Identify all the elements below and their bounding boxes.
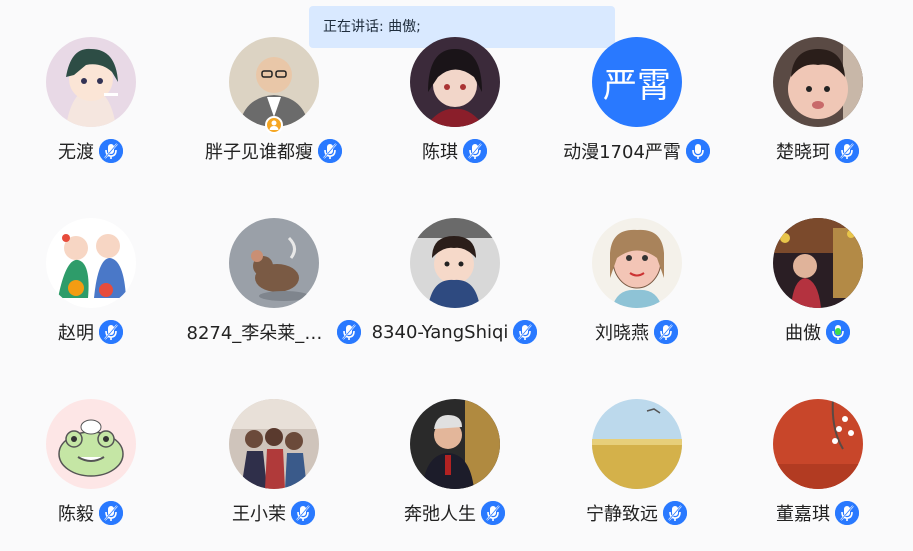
participant-name-row: 董嘉琪 <box>727 499 908 527</box>
participant-name-row: 8274_李朵莱_Li... <box>183 318 364 346</box>
host-badge-icon <box>265 116 283 134</box>
mic-speaking-icon[interactable] <box>826 320 850 344</box>
participant-name-row: 胖子见谁都瘦 <box>183 137 364 165</box>
avatar-image <box>229 37 319 127</box>
participant-name-row: 动漫1704严霄 <box>546 137 727 165</box>
avatar-image <box>410 218 500 308</box>
avatar[interactable]: 严霄 <box>592 37 682 127</box>
avatar[interactable] <box>773 37 863 127</box>
participant-name: 无渡 <box>58 142 94 163</box>
avatar[interactable] <box>410 399 500 489</box>
mic-muted-icon[interactable] <box>318 139 342 163</box>
participant-tile[interactable]: 8340-YangShiqi <box>364 181 545 344</box>
participant-name: 王小茉 <box>232 504 286 525</box>
participant-name-row: 赵明 <box>0 318 181 346</box>
participant-name: 楚晓珂 <box>776 142 830 163</box>
participant-name: 陈毅 <box>58 504 94 525</box>
mic-muted-icon[interactable] <box>99 501 123 525</box>
mic-muted-icon[interactable] <box>513 320 538 344</box>
participant-name-row: 刘晓燕 <box>546 318 727 346</box>
avatar[interactable] <box>46 399 136 489</box>
avatar-image <box>592 399 682 489</box>
avatar[interactable] <box>229 218 319 308</box>
avatar-image <box>46 218 136 308</box>
avatar[interactable] <box>46 218 136 308</box>
avatar-image <box>410 399 500 489</box>
mic-muted-icon[interactable] <box>99 320 123 344</box>
participant-tile[interactable]: 宁静致远 <box>546 362 727 525</box>
participant-tile[interactable]: 奔弛人生 <box>364 362 545 525</box>
avatar-image <box>410 37 500 127</box>
participant-name: 8274_李朵莱_Li... <box>186 323 332 344</box>
avatar[interactable] <box>592 399 682 489</box>
participant-tile[interactable]: 曲傲 <box>727 181 908 344</box>
participant-name: 奔弛人生 <box>404 504 476 525</box>
avatar[interactable] <box>229 399 319 489</box>
participant-name-row: 陈琪 <box>364 137 545 165</box>
participant-tile[interactable]: 陈毅 <box>0 362 181 525</box>
participant-tile[interactable]: 8274_李朵莱_Li... <box>183 181 364 344</box>
mic-muted-icon[interactable] <box>481 501 505 525</box>
mic-muted-icon[interactable] <box>336 320 361 344</box>
avatar-image <box>229 218 319 308</box>
participant-name-row: 陈毅 <box>0 499 181 527</box>
mic-muted-icon[interactable] <box>654 320 678 344</box>
participant-name: 陈琪 <box>422 142 458 163</box>
participant-name: 8340-YangShiqi <box>371 321 509 343</box>
mic-muted-icon[interactable] <box>835 139 859 163</box>
mic-icon[interactable] <box>685 139 710 163</box>
participant-name-row: 曲傲 <box>727 318 908 346</box>
participant-grid: 无渡 胖子见谁都瘦 陈琪 严霄 动漫1704严霄 楚晓珂 赵明 8274_李朵莱_Li... 8… <box>0 0 913 551</box>
avatar-initials: 严霄 <box>603 65 671 106</box>
participant-name-row: 楚晓珂 <box>727 137 908 165</box>
avatar-image <box>773 37 863 127</box>
participant-name: 宁静致远 <box>586 504 658 525</box>
avatar[interactable] <box>46 37 136 127</box>
participant-tile[interactable]: 胖子见谁都瘦 <box>183 0 364 163</box>
avatar[interactable] <box>410 37 500 127</box>
avatar[interactable] <box>592 218 682 308</box>
avatar[interactable] <box>410 218 500 308</box>
mic-muted-icon[interactable] <box>663 501 687 525</box>
mic-muted-icon[interactable] <box>291 501 315 525</box>
participant-name: 董嘉琪 <box>776 504 830 525</box>
participant-name-row: 奔弛人生 <box>364 499 545 527</box>
mic-muted-icon[interactable] <box>463 139 487 163</box>
participant-tile[interactable]: 楚晓珂 <box>727 0 908 163</box>
avatar-image <box>46 37 136 127</box>
participant-tile[interactable]: 陈琪 <box>364 0 545 163</box>
participant-name-row: 无渡 <box>0 137 181 165</box>
avatar-image <box>46 399 136 489</box>
participant-name-row: 8340-YangShiqi <box>364 318 545 346</box>
participant-name: 胖子见谁都瘦 <box>205 142 313 163</box>
avatar-image <box>773 218 863 308</box>
participant-tile[interactable]: 刘晓燕 <box>546 181 727 344</box>
participant-tile[interactable]: 董嘉琪 <box>727 362 908 525</box>
avatar-image <box>229 399 319 489</box>
avatar-image <box>773 399 863 489</box>
participant-tile[interactable]: 赵明 <box>0 181 181 344</box>
avatar-image <box>592 218 682 308</box>
participant-name: 动漫1704严霄 <box>563 142 681 163</box>
avatar[interactable] <box>773 399 863 489</box>
avatar[interactable] <box>773 218 863 308</box>
participant-tile[interactable]: 严霄动漫1704严霄 <box>546 0 727 163</box>
participant-name-row: 王小茉 <box>183 499 364 527</box>
participant-name: 曲傲 <box>785 323 821 344</box>
avatar[interactable] <box>229 37 319 127</box>
mic-muted-icon[interactable] <box>835 501 859 525</box>
participant-tile[interactable]: 王小茉 <box>183 362 364 525</box>
participant-name: 赵明 <box>58 323 94 344</box>
participant-tile[interactable]: 无渡 <box>0 0 181 163</box>
mic-muted-icon[interactable] <box>99 139 123 163</box>
participant-name-row: 宁静致远 <box>546 499 727 527</box>
participant-name: 刘晓燕 <box>595 323 649 344</box>
